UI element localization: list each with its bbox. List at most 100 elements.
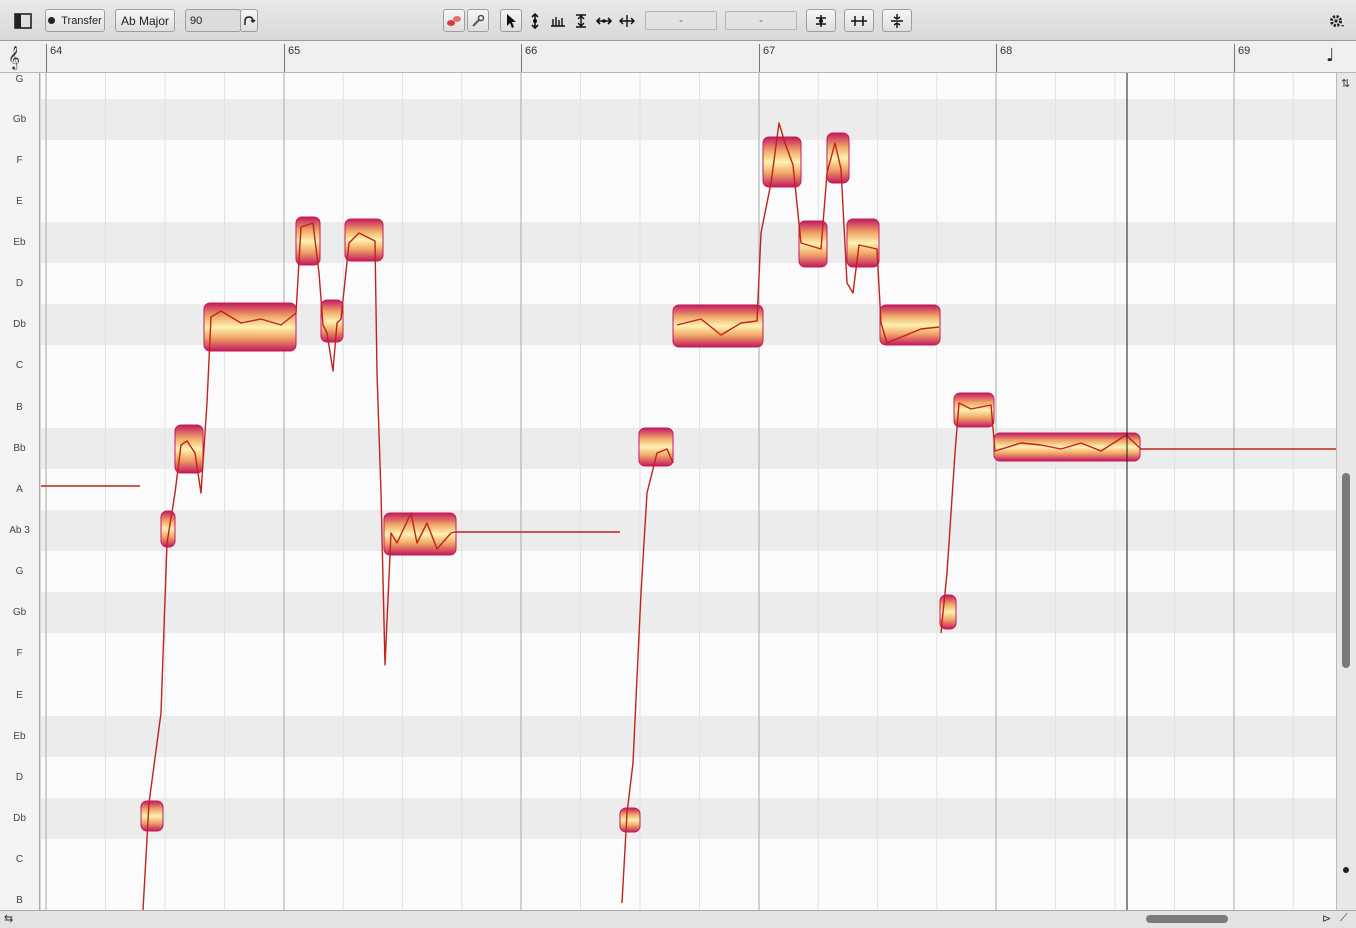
pitch-curve <box>41 122 1336 910</box>
bar-number: 69 <box>1238 45 1251 57</box>
key-label: Ab Major <box>120 13 170 28</box>
follow-playhead-icon[interactable]: ⊳ <box>1322 912 1331 925</box>
pitch-key[interactable]: Db <box>0 798 39 839</box>
separation-tool-icon <box>619 14 635 27</box>
grid-lines <box>45 73 1294 910</box>
zoom-vertical-icon[interactable]: ⇅ <box>1341 77 1350 90</box>
pitch-key[interactable]: F <box>0 633 39 674</box>
main-tool-button[interactable] <box>500 9 522 32</box>
pitch-tool-button[interactable] <box>524 9 546 32</box>
vertical-scrollbar-thumb[interactable] <box>1342 473 1350 668</box>
bar-tick <box>46 44 47 72</box>
note-blob[interactable] <box>160 510 176 548</box>
note-blob[interactable] <box>141 475 177 488</box>
key-selector[interactable]: Ab Major <box>115 9 175 32</box>
pitch-key[interactable]: F <box>0 140 39 181</box>
tools-button[interactable] <box>467 9 489 32</box>
transfer-label: Transfer <box>61 14 102 27</box>
zoom-horizontal-icon[interactable]: ⇆ <box>4 912 13 925</box>
pitch-key[interactable]: Eb <box>0 716 39 757</box>
level-button[interactable] <box>882 9 912 32</box>
arrow-pointer-icon <box>507 13 516 28</box>
note-pitch-field[interactable]: - <box>645 11 717 30</box>
note-blob[interactable] <box>638 427 674 467</box>
bar-number: 68 <box>1000 45 1013 57</box>
pitch-correction-macro-button[interactable] <box>443 9 465 32</box>
pitch-curve-segment <box>621 448 674 904</box>
bar-number: 64 <box>50 45 63 57</box>
note-pitch-value: - <box>679 14 683 27</box>
pitch-key[interactable]: D <box>0 757 39 798</box>
resize-grip-icon[interactable]: ⟋ <box>1340 912 1348 925</box>
timing-tool-icon <box>596 16 612 25</box>
pitch-key[interactable]: A <box>0 469 39 510</box>
pitch-key[interactable]: C <box>0 839 39 880</box>
tempo-value: 90 <box>190 14 203 27</box>
zoom-slider-knob[interactable] <box>1343 867 1349 873</box>
pitch-key[interactable]: Ab 3 <box>0 510 39 551</box>
pitch-tool-icon <box>531 12 539 29</box>
pitch-key[interactable]: G <box>0 59 39 100</box>
note-editor[interactable] <box>41 73 1336 910</box>
note-value-icon[interactable]: ♩ <box>1326 45 1350 69</box>
pitch-key[interactable]: Gb <box>0 99 39 140</box>
separation-tool-button[interactable] <box>616 9 638 32</box>
pitch-key[interactable]: G <box>0 551 39 592</box>
tempo-field[interactable]: 90 <box>185 9 241 32</box>
quantize-time-button[interactable] <box>844 9 874 32</box>
note-blob[interactable] <box>203 302 297 352</box>
note-deviation-value: - <box>759 14 763 27</box>
record-dot-icon <box>48 17 56 24</box>
bar-number: 65 <box>288 45 301 57</box>
bar-tick <box>284 44 285 72</box>
note-blob[interactable] <box>953 392 995 428</box>
bar-tick <box>1234 44 1235 72</box>
pitch-key[interactable]: Bb <box>0 428 39 469</box>
bar-ruler[interactable]: 𝄞 ♩ 64 65 66 67 68 69 <box>0 41 1356 73</box>
note-blob[interactable] <box>672 304 764 348</box>
quantize-pitch-icon <box>816 14 826 27</box>
pitch-key[interactable]: Db <box>0 304 39 345</box>
bar-number: 67 <box>763 45 776 57</box>
pitch-key[interactable]: B <box>0 387 39 428</box>
pitch-key[interactable]: E <box>0 181 39 222</box>
pitch-macro-icon <box>447 15 461 26</box>
note-blobs[interactable] <box>140 132 1336 833</box>
pitch-key[interactable]: C <box>0 345 39 386</box>
formant-tool-button[interactable] <box>547 9 569 32</box>
vertical-scroll-panel[interactable]: ⇅ <box>1336 73 1356 910</box>
amplitude-tool-button[interactable] <box>570 9 592 32</box>
note-blob[interactable] <box>619 807 641 833</box>
bar-number: 66 <box>525 45 538 57</box>
bar-tick <box>996 44 997 72</box>
sidebar-panel-icon[interactable] <box>10 9 36 32</box>
tempo-sync-button[interactable] <box>240 9 258 32</box>
note-blob[interactable] <box>140 800 164 832</box>
level-icon <box>891 13 903 28</box>
timing-tool-button[interactable] <box>593 9 615 32</box>
toolbar: Transfer Ab Major 90 - - <box>0 0 1356 41</box>
pitch-key[interactable]: E <box>0 675 39 716</box>
pitch-key[interactable]: Gb <box>0 592 39 633</box>
bar-tick <box>521 44 522 72</box>
horizontal-scrollbar-thumb[interactable] <box>1146 915 1228 923</box>
formant-tool-icon <box>551 16 565 27</box>
pitch-key[interactable]: Eb <box>0 222 39 263</box>
wrench-icon <box>472 14 485 27</box>
note-blob[interactable] <box>174 424 204 474</box>
note-blob[interactable] <box>762 136 802 188</box>
pitch-keyboard[interactable]: G Gb F E Eb D Db C B Bb A Ab 3 G Gb F E Eb D Db C B <box>0 73 40 910</box>
note-blob[interactable] <box>879 304 941 346</box>
notes-layer <box>41 73 1336 910</box>
quantize-pitch-button[interactable] <box>806 9 836 32</box>
note-blob[interactable] <box>344 218 384 262</box>
note-blob[interactable] <box>383 512 457 556</box>
gear-icon[interactable] <box>1326 9 1348 32</box>
note-deviation-field[interactable]: - <box>725 11 797 30</box>
transfer-button[interactable]: Transfer <box>45 9 105 32</box>
amplitude-tool-icon <box>576 13 586 28</box>
note-blob[interactable] <box>846 218 880 268</box>
pitch-key[interactable]: D <box>0 263 39 304</box>
quantize-time-icon <box>851 15 867 26</box>
overview-bar[interactable]: ⇆ ⊳ ⟋ <box>0 910 1356 928</box>
